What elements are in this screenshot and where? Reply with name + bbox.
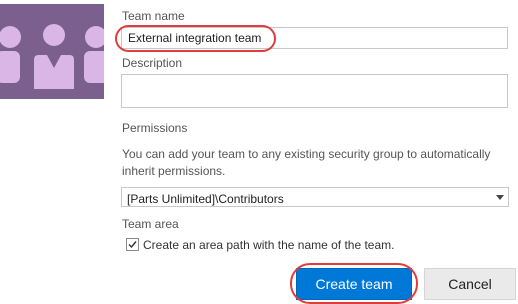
checkmark-icon (128, 241, 137, 249)
permissions-select[interactable]: [Parts Unlimited]\Contributors (121, 187, 509, 207)
description-label: Description (122, 56, 183, 70)
team-area-label: Team area (122, 217, 179, 231)
description-input[interactable] (122, 75, 507, 107)
create-area-path-checkbox[interactable] (126, 238, 139, 251)
create-team-button-label: Create team (315, 276, 393, 292)
permissions-help-text: You can add your team to any existing se… (122, 147, 491, 178)
cancel-button-label: Cancel (448, 276, 492, 292)
create-area-path-label: Create an area path with the name of the… (143, 238, 395, 252)
create-team-button[interactable]: Create team (296, 268, 412, 300)
team-image[interactable] (0, 4, 104, 99)
chevron-down-icon (496, 195, 504, 200)
team-name-label: Team name (122, 9, 185, 23)
team-members-icon (0, 24, 104, 89)
permissions-selected-value: [Parts Unlimited]\Contributors (127, 192, 284, 206)
description-field-box (121, 74, 508, 108)
team-name-input[interactable] (122, 28, 507, 48)
team-name-field-box (121, 27, 508, 49)
permissions-label: Permissions (122, 121, 188, 135)
cancel-button[interactable]: Cancel (424, 268, 516, 300)
